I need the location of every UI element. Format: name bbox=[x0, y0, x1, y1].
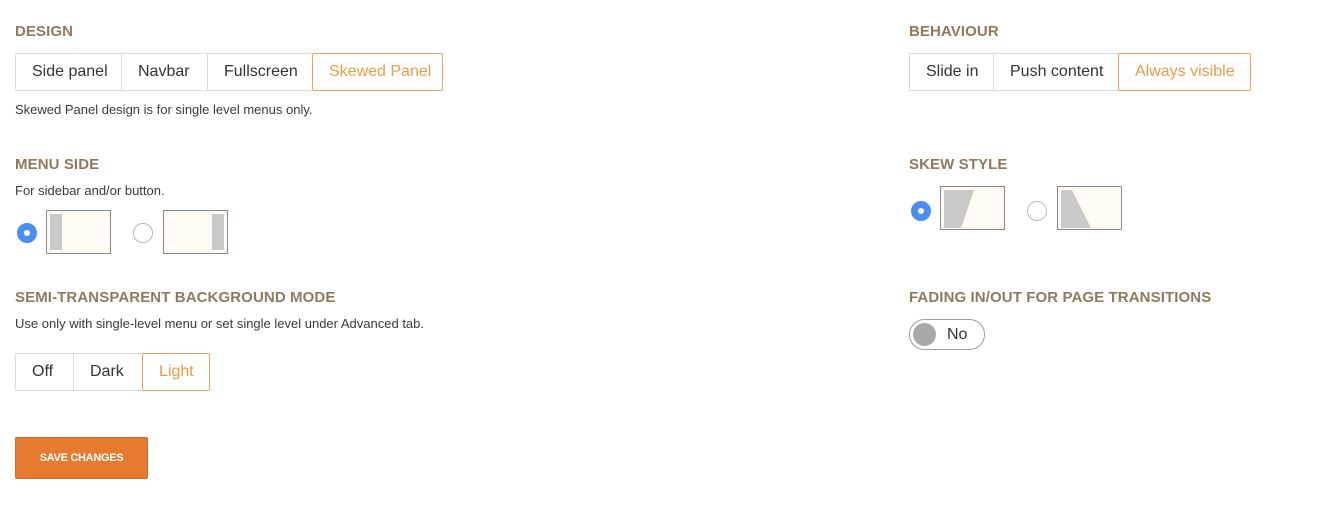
semi-transparent-option-dark[interactable]: Dark bbox=[73, 353, 142, 391]
semi-transparent-section: SEMI-TRANSPARENT BACKGROUND MODE bbox=[15, 289, 335, 307]
fading-toggle-label: No bbox=[947, 326, 968, 343]
skew-style-right-radio[interactable] bbox=[911, 201, 931, 221]
fading-section: FADING IN/OUT FOR PAGE TRANSITIONS bbox=[909, 289, 1211, 307]
skew-style-left-radio[interactable] bbox=[1027, 201, 1047, 221]
behaviour-section: BEHAVIOUR bbox=[909, 23, 999, 41]
fading-toggle[interactable]: No bbox=[909, 319, 985, 350]
save-changes-button[interactable]: SAVE CHANGES bbox=[15, 437, 148, 479]
design-options: Side panel Navbar Fullscreen Skewed Pane… bbox=[15, 53, 443, 91]
menu-side-right-radio[interactable] bbox=[133, 223, 153, 243]
semi-transparent-option-off[interactable]: Off bbox=[15, 353, 73, 391]
menu-side-left-radio[interactable] bbox=[17, 223, 37, 243]
semi-transparent-options: Off Dark Light bbox=[15, 353, 210, 391]
design-option-fullscreen[interactable]: Fullscreen bbox=[207, 53, 312, 91]
skew-right-icon[interactable] bbox=[940, 186, 1005, 230]
semi-transparent-description: Use only with single-level menu or set s… bbox=[15, 316, 425, 331]
skew-style-title: SKEW STYLE bbox=[909, 156, 1008, 173]
design-note: Skewed Panel design is for single level … bbox=[15, 102, 313, 117]
menu-side-description: For sidebar and/or button. bbox=[15, 183, 165, 198]
design-option-skewed-panel[interactable]: Skewed Panel bbox=[312, 53, 443, 91]
menu-side-title: MENU SIDE bbox=[15, 156, 100, 173]
fading-title: FADING IN/OUT FOR PAGE TRANSITIONS bbox=[909, 289, 1212, 306]
design-section: DESIGN bbox=[15, 23, 73, 41]
behaviour-title: BEHAVIOUR bbox=[909, 23, 999, 40]
behaviour-options: Slide in Push content Always visible bbox=[909, 53, 1251, 91]
toggle-knob bbox=[913, 323, 936, 346]
design-title: DESIGN bbox=[15, 23, 74, 40]
left-panel-icon[interactable] bbox=[46, 210, 111, 254]
behaviour-option-always-visible[interactable]: Always visible bbox=[1118, 53, 1251, 91]
skew-style-section: SKEW STYLE bbox=[909, 156, 1008, 174]
design-option-side-panel[interactable]: Side panel bbox=[15, 53, 121, 91]
menu-side-section: MENU SIDE bbox=[15, 156, 99, 174]
semi-transparent-title: SEMI-TRANSPARENT BACKGROUND MODE bbox=[15, 289, 336, 306]
behaviour-option-slide-in[interactable]: Slide in bbox=[909, 53, 993, 91]
semi-transparent-option-light[interactable]: Light bbox=[142, 353, 210, 391]
design-option-navbar[interactable]: Navbar bbox=[121, 53, 207, 91]
skew-left-icon[interactable] bbox=[1057, 186, 1122, 230]
right-panel-icon[interactable] bbox=[163, 210, 228, 254]
behaviour-option-push-content[interactable]: Push content bbox=[993, 53, 1118, 91]
